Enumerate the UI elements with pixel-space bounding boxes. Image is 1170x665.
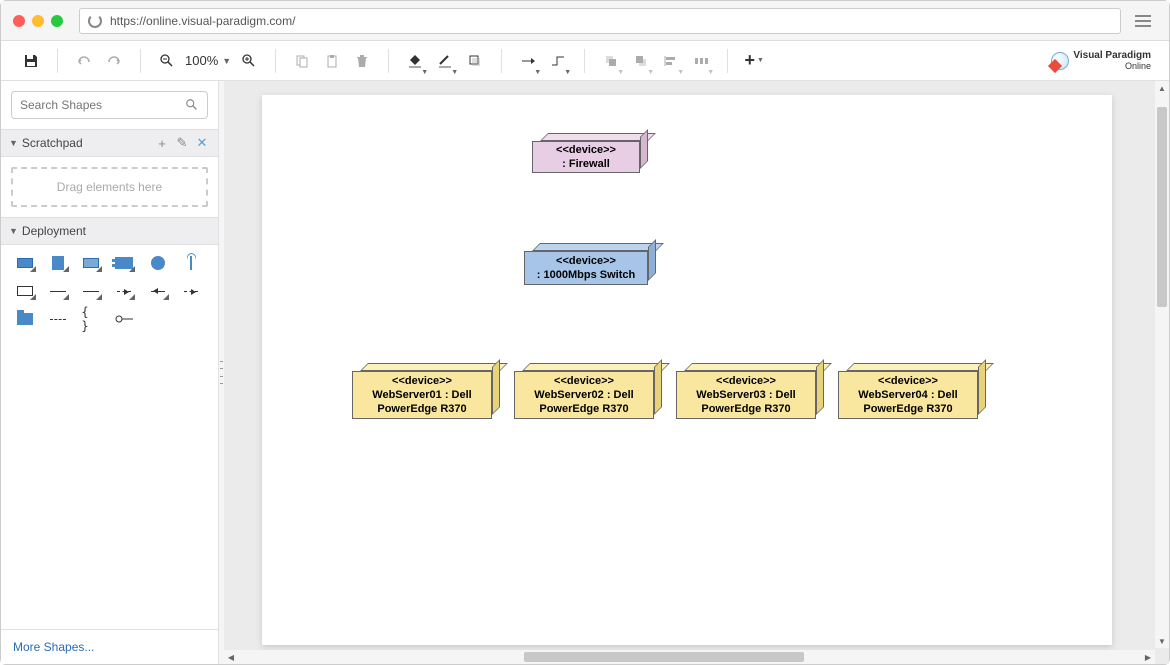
scroll-right-icon[interactable]: ▶: [1141, 650, 1155, 664]
scroll-down-icon[interactable]: ▼: [1155, 634, 1169, 648]
shape-node3d[interactable]: [15, 255, 35, 271]
horizontal-scrollbar[interactable]: ◀ ▶: [224, 650, 1155, 664]
shape-artifact[interactable]: [48, 255, 68, 271]
shape-component[interactable]: [114, 255, 134, 271]
shape-palette: { }: [1, 245, 218, 337]
scratchpad-header[interactable]: ▼ Scratchpad + ✎ ✕: [1, 129, 218, 157]
browser-menu-icon[interactable]: [1129, 8, 1157, 34]
shape-package[interactable]: [15, 311, 35, 327]
connection-style-button[interactable]: ▼: [514, 47, 542, 75]
app-logo[interactable]: Visual ParadigmOnline: [1051, 50, 1159, 71]
scroll-left-icon[interactable]: ◀: [224, 650, 238, 664]
vp-logo-icon: [1051, 52, 1069, 70]
zoom-level-dropdown[interactable]: 100%▼: [183, 53, 233, 68]
deployment-title: Deployment: [22, 224, 86, 238]
scratchpad-dropzone[interactable]: Drag elements here: [11, 167, 208, 207]
diagram-page[interactable]: <<device>> : Firewall <<device>> : 1000M…: [262, 95, 1112, 645]
collapse-icon: ▼: [9, 226, 18, 236]
vertical-scrollbar[interactable]: ▲ ▼: [1155, 81, 1169, 648]
line-color-button[interactable]: ▼: [431, 47, 459, 75]
shape-constraint[interactable]: { }: [81, 311, 101, 327]
more-shapes-link[interactable]: More Shapes...: [1, 629, 218, 664]
main-area: ▼ Scratchpad + ✎ ✕ Drag elements here ▼ …: [1, 81, 1169, 664]
reload-icon[interactable]: [88, 14, 102, 28]
node-webserver02[interactable]: <<device>> WebServer02 : Dell PowerEdge …: [514, 363, 662, 419]
to-front-button[interactable]: ▼: [597, 47, 625, 75]
waypoint-style-button[interactable]: ▼: [544, 47, 572, 75]
browser-chrome: https://online.visual-paradigm.com/: [1, 1, 1169, 41]
search-input[interactable]: [20, 98, 185, 112]
to-back-button[interactable]: ▼: [627, 47, 655, 75]
fill-color-button[interactable]: ▼: [401, 47, 429, 75]
close-window-icon[interactable]: [13, 15, 25, 27]
shape-box[interactable]: [15, 283, 35, 299]
scratchpad-title: Scratchpad: [22, 136, 83, 150]
shadow-button[interactable]: [461, 47, 489, 75]
scratchpad-add-icon[interactable]: +: [154, 135, 170, 151]
shape-association[interactable]: [48, 283, 68, 299]
shape-generalization[interactable]: [148, 283, 168, 299]
scroll-thumb[interactable]: [1157, 107, 1167, 307]
deployment-header[interactable]: ▼ Deployment: [1, 217, 218, 245]
canvas-area[interactable]: <<device>> : Firewall <<device>> : 1000M…: [224, 81, 1169, 664]
scroll-up-icon[interactable]: ▲: [1155, 81, 1169, 95]
shape-spec[interactable]: [81, 255, 101, 271]
paste-button[interactable]: [318, 47, 346, 75]
shape-dotted[interactable]: [48, 311, 68, 327]
zoom-in-button[interactable]: [235, 47, 263, 75]
collapse-icon: ▼: [9, 138, 18, 148]
node-webserver04[interactable]: <<device>> WebServer04 : Dell PowerEdge …: [838, 363, 986, 419]
shape-manifest[interactable]: [181, 283, 201, 299]
zoom-out-button[interactable]: [153, 47, 181, 75]
save-button[interactable]: [17, 47, 45, 75]
shape-port[interactable]: [181, 255, 201, 271]
shape-dependency[interactable]: [114, 283, 134, 299]
url-bar[interactable]: https://online.visual-paradigm.com/: [79, 8, 1121, 34]
shape-interface[interactable]: [148, 255, 168, 271]
redo-button[interactable]: [100, 47, 128, 75]
toolbar: 100%▼ ▼ ▼ ▼ ▼ ▼ ▼ ▼ ▼ +▼ Visual Paradigm…: [1, 41, 1169, 81]
node-webserver01[interactable]: <<device>> WebServer01 : Dell PowerEdge …: [352, 363, 500, 419]
sidebar: ▼ Scratchpad + ✎ ✕ Drag elements here ▼ …: [1, 81, 219, 664]
node-switch[interactable]: <<device>> : 1000Mbps Switch: [524, 243, 656, 285]
scratchpad-close-icon[interactable]: ✕: [194, 135, 210, 151]
node-firewall[interactable]: <<device>> : Firewall: [532, 133, 648, 173]
url-text: https://online.visual-paradigm.com/: [110, 14, 295, 28]
shape-required-interface[interactable]: [114, 311, 134, 327]
node-webserver03[interactable]: <<device>> WebServer03 : Dell PowerEdge …: [676, 363, 824, 419]
delete-button[interactable]: [348, 47, 376, 75]
shape-search[interactable]: [11, 91, 208, 119]
maximize-window-icon[interactable]: [51, 15, 63, 27]
minimize-window-icon[interactable]: [32, 15, 44, 27]
copy-button[interactable]: [288, 47, 316, 75]
shape-dashed[interactable]: [81, 283, 101, 299]
undo-button[interactable]: [70, 47, 98, 75]
search-icon: [185, 98, 199, 112]
scroll-thumb[interactable]: [524, 652, 804, 662]
window-controls: [13, 15, 63, 27]
distribute-button[interactable]: ▼: [687, 47, 715, 75]
insert-button[interactable]: +▼: [740, 47, 768, 75]
align-button[interactable]: ▼: [657, 47, 685, 75]
scratchpad-edit-icon[interactable]: ✎: [174, 135, 190, 151]
